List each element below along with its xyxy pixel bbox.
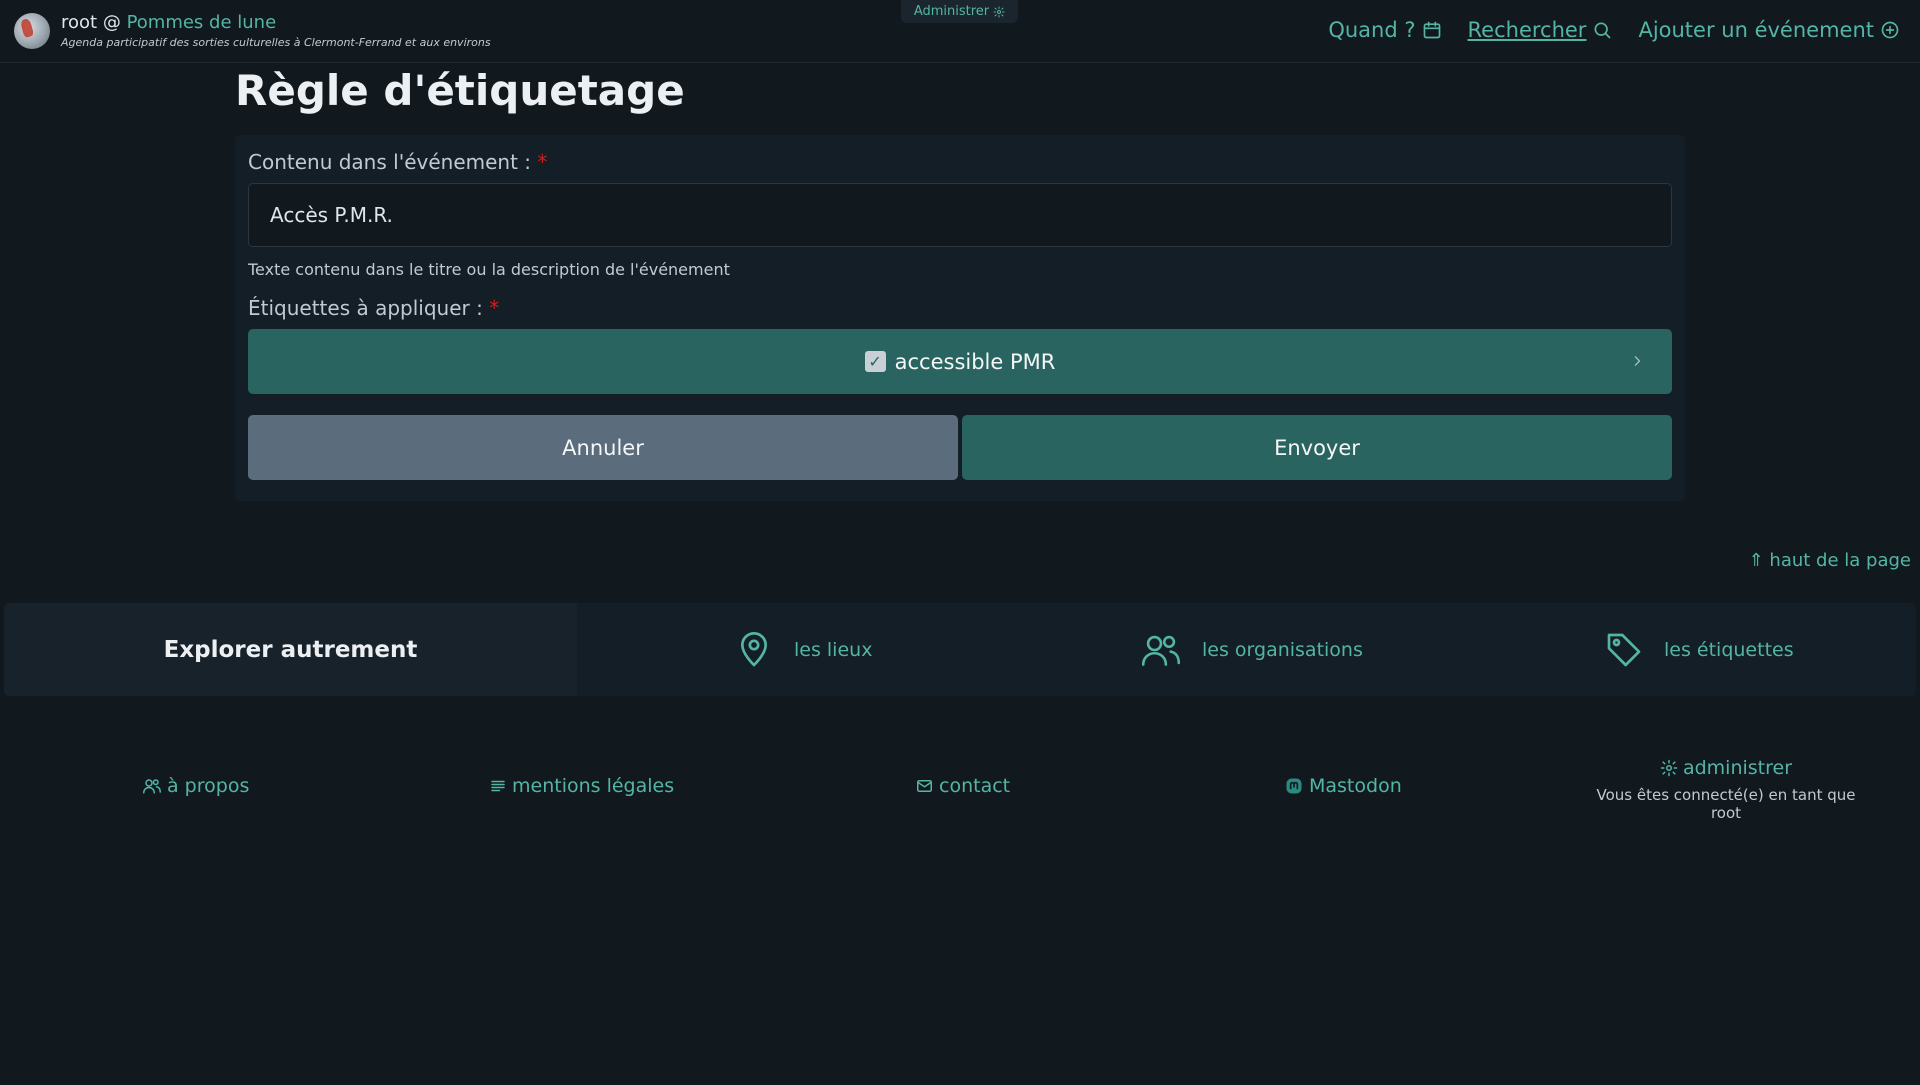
explore-places-link[interactable]: les lieux xyxy=(734,603,872,696)
content-field-label: Contenu dans l'événement : * xyxy=(248,150,547,174)
explore-tags-label: les étiquettes xyxy=(1664,638,1794,661)
chevron-right-icon xyxy=(1634,356,1641,366)
required-marker: * xyxy=(537,150,548,174)
site-name-link[interactable]: Pommes de lune xyxy=(127,12,277,33)
explore-section: Explorer autrement les lieux les organis… xyxy=(4,603,1916,696)
text-lines-icon xyxy=(491,780,505,792)
mail-icon xyxy=(917,780,932,792)
admin-pill-label: Administrer xyxy=(913,4,990,19)
tags-select[interactable]: ✓ accessible PMR xyxy=(248,329,1672,394)
footer-admin-link[interactable]: administrer xyxy=(1660,757,1792,779)
gear-icon xyxy=(1660,759,1678,777)
footer-about-link[interactable]: à propos xyxy=(142,775,249,797)
tag-icon xyxy=(1607,633,1641,666)
nav-search[interactable]: Rechercher xyxy=(1468,18,1613,42)
mastodon-icon xyxy=(1286,778,1302,794)
plus-circle-icon xyxy=(1881,21,1899,39)
footer-admin-label: administrer xyxy=(1682,757,1793,779)
content-label-text: Contenu dans l'événement : xyxy=(248,150,532,174)
nav-search-label: Rechercher xyxy=(1467,18,1587,42)
content-help-text: Texte contenu dans le titre ou la descri… xyxy=(248,260,730,279)
footer-contact-label: contact xyxy=(939,775,1011,797)
nav-when-label: Quand ? xyxy=(1328,18,1416,42)
footer-contact-link[interactable]: contact xyxy=(915,775,1010,797)
users-icon xyxy=(1141,635,1181,666)
footer-mastodon-label: Mastodon xyxy=(1309,775,1402,797)
tags-label-text: Étiquettes à appliquer : xyxy=(248,296,483,320)
cancel-button[interactable]: Annuler xyxy=(248,415,958,480)
admin-pill-button[interactable]: Administrer xyxy=(901,0,1018,23)
footer-admin-block: administrer Vous êtes connecté(e) en tan… xyxy=(1590,757,1862,822)
tagging-rule-form: Contenu dans l'événement : * Accès P.M.R… xyxy=(235,135,1685,501)
search-icon xyxy=(1594,22,1611,39)
selected-tag-label: accessible PMR xyxy=(894,349,1056,374)
page-title: Règle d'étiquetage xyxy=(235,66,685,115)
site-header: root @ Pommes de lune Agenda participati… xyxy=(0,0,1920,63)
tags-field-label: Étiquettes à appliquer : * xyxy=(248,296,499,320)
nav-when[interactable]: Quand ? xyxy=(1328,18,1441,42)
site-tagline: Agenda participatif des sorties culturel… xyxy=(61,36,491,49)
content-input-value: Accès P.M.R. xyxy=(270,203,393,227)
explore-organisations-label: les organisations xyxy=(1202,638,1363,661)
content-input[interactable]: Accès P.M.R. xyxy=(248,183,1672,247)
map-pin-icon xyxy=(741,631,767,666)
explore-organisations-link[interactable]: les organisations xyxy=(1140,603,1363,696)
calendar-icon xyxy=(1423,21,1440,39)
footer-legal-link[interactable]: mentions légales xyxy=(489,775,674,797)
nav-add-event-label: Ajouter un événement xyxy=(1638,18,1874,42)
brand: root @ Pommes de lune Agenda participati… xyxy=(14,12,491,49)
submit-button[interactable]: Envoyer xyxy=(962,415,1672,480)
site-logo[interactable] xyxy=(14,12,50,49)
explore-title: Explorer autrement xyxy=(4,603,577,696)
footer-mastodon-link[interactable]: Mastodon xyxy=(1284,775,1402,797)
footer-legal-label: mentions légales xyxy=(512,775,675,797)
gear-icon xyxy=(993,6,1005,17)
users-icon xyxy=(143,779,161,794)
required-marker: * xyxy=(489,296,500,320)
logged-in-status: Vous êtes connecté(e) en tant que root xyxy=(1596,786,1856,822)
at-separator: @ xyxy=(102,12,121,33)
explore-places-label: les lieux xyxy=(794,638,873,661)
main-nav: Quand ? Rechercher Ajouter un événement xyxy=(1328,18,1900,42)
footer-about-label: à propos xyxy=(167,775,250,797)
explore-tags-link[interactable]: les étiquettes xyxy=(1604,603,1794,696)
back-to-top-link[interactable]: ⇑ haut de la page xyxy=(1749,550,1911,571)
current-user: root xyxy=(61,12,98,33)
nav-add-event[interactable]: Ajouter un événement xyxy=(1638,18,1900,42)
checkbox-checked-icon: ✓ xyxy=(864,351,886,372)
